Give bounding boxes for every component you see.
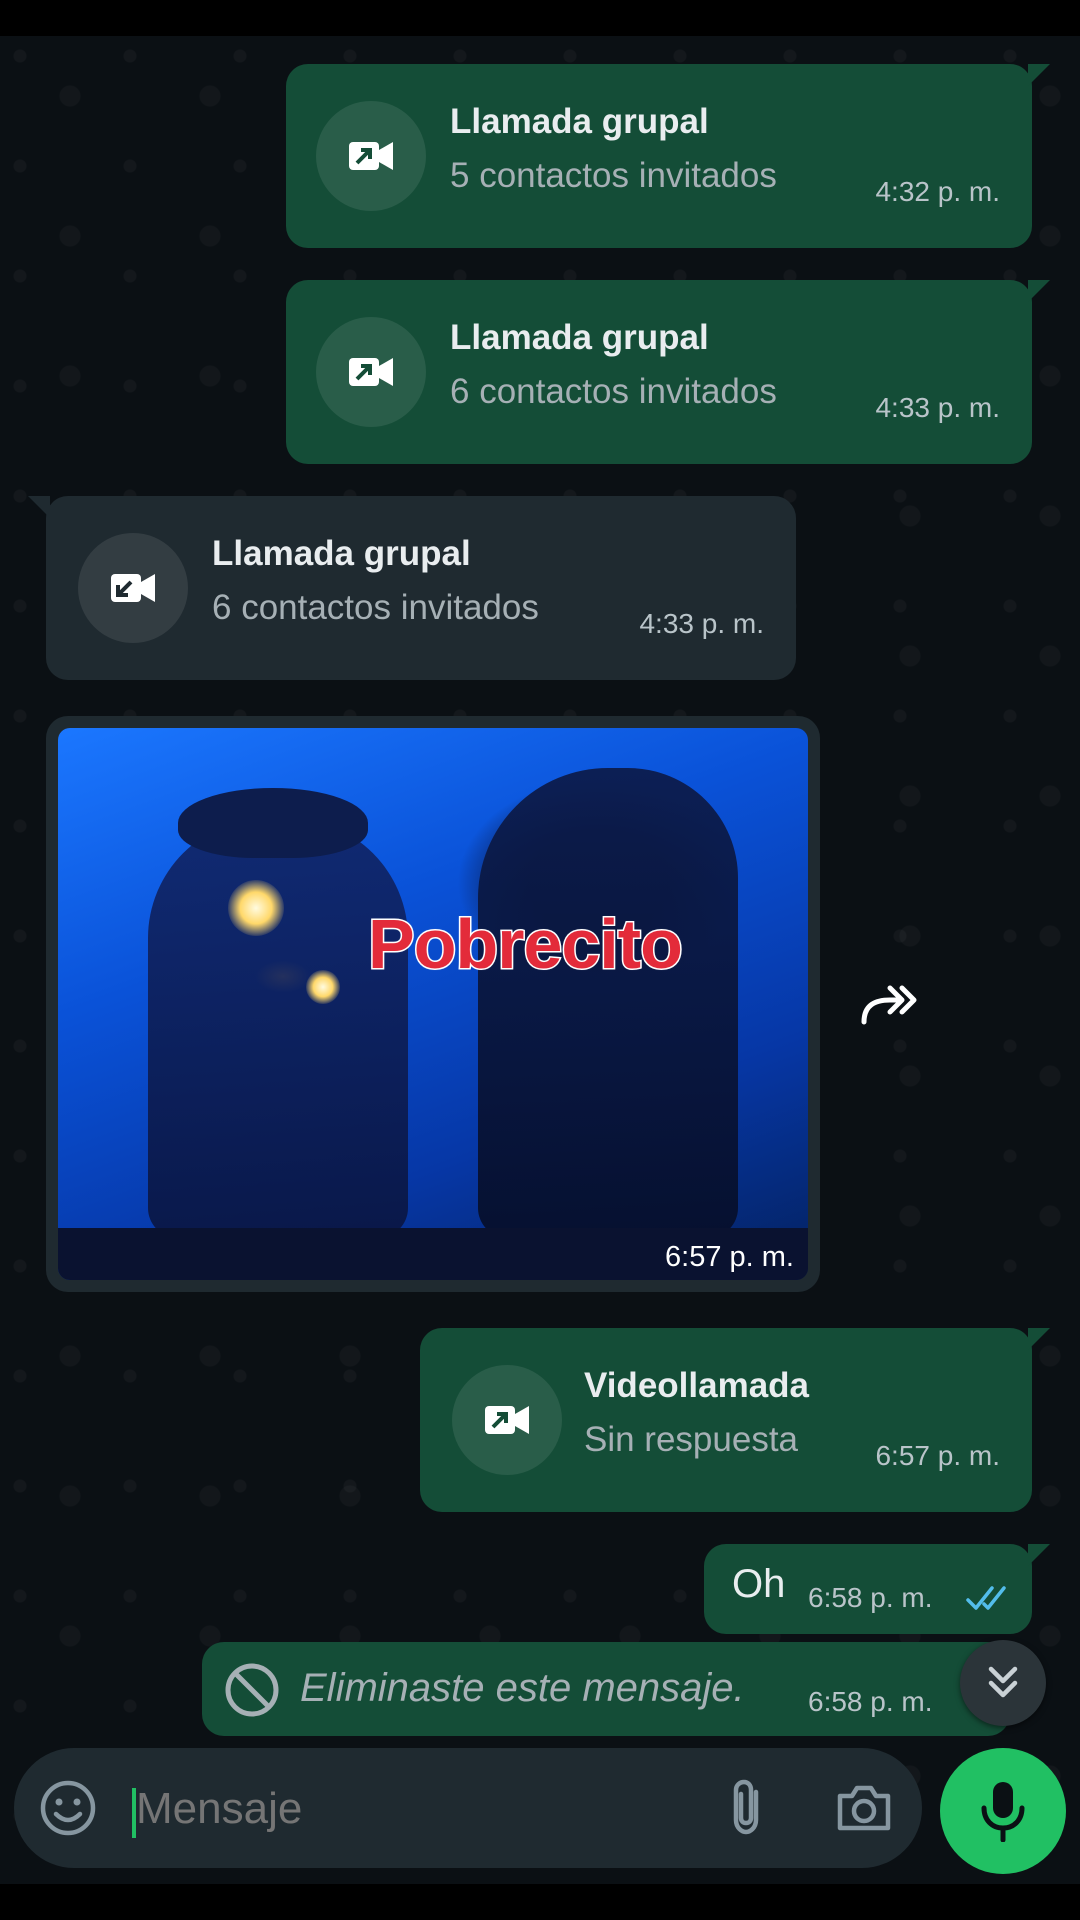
double-chevron-down-icon (988, 1666, 1018, 1698)
video-call-outgoing-icon (452, 1365, 562, 1475)
figure-right (478, 768, 738, 1238)
mic-icon (981, 1782, 1025, 1842)
deleted-message[interactable]: Eliminaste este mensaje. 6:58 p. m. (202, 1642, 1010, 1736)
voice-record-button[interactable] (940, 1748, 1066, 1874)
attach-button[interactable] (716, 1776, 780, 1840)
call-subtitle: 5 contactos invitados (450, 156, 777, 195)
message-time: 4:32 p. m. (875, 176, 1000, 207)
cowboy-hat (178, 788, 368, 858)
status-bar (0, 0, 1080, 36)
video-call-message[interactable]: Videollamada Sin respuesta 6:57 p. m. (420, 1328, 1050, 1512)
call-title: Videollamada (584, 1366, 810, 1405)
text-message[interactable]: Oh 6:58 p. m. (704, 1544, 1050, 1634)
video-call-incoming-icon (78, 533, 188, 643)
call-subtitle: Sin respuesta (584, 1420, 799, 1459)
video-call-outgoing-icon (316, 317, 426, 427)
message-input[interactable] (134, 1774, 698, 1844)
blocked-icon (225, 1663, 279, 1717)
deleted-text: Eliminaste este mensaje. (300, 1666, 745, 1710)
emoji-button[interactable] (38, 1778, 98, 1838)
forward-button[interactable] (852, 974, 928, 1034)
emoji-icon (40, 1780, 96, 1836)
call-message-1[interactable]: Llamada grupal 5 contactos invitados 4:3… (286, 64, 1050, 248)
meme-caption: Pobrecito (367, 904, 685, 985)
figure-left (148, 818, 408, 1238)
call-title: Llamada grupal (450, 318, 709, 357)
message-time: 6:58 p. m. (808, 1686, 933, 1717)
call-subtitle: 6 contactos invitados (212, 588, 539, 627)
message-composer (14, 1748, 922, 1868)
media-message[interactable]: Pobrecito 6:57 p. m. (46, 716, 820, 1292)
call-title: Llamada grupal (212, 534, 471, 573)
message-time: 6:58 p. m. (808, 1582, 933, 1613)
camera-icon (837, 1785, 891, 1831)
text-cursor (132, 1788, 136, 1838)
call-message-3[interactable]: Llamada grupal 6 contactos invitados 4:3… (28, 496, 796, 680)
call-title: Llamada grupal (450, 102, 709, 141)
paperclip-icon (733, 1779, 759, 1835)
video-call-outgoing-icon (316, 101, 426, 211)
light-glow (306, 970, 340, 1004)
camera-button[interactable] (832, 1776, 896, 1840)
message-time: 6:57 p. m. (665, 1241, 794, 1273)
navigation-bar (0, 1884, 1080, 1920)
message-text: Oh (732, 1562, 786, 1606)
call-message-2[interactable]: Llamada grupal 6 contactos invitados 4:3… (286, 280, 1050, 464)
call-subtitle: 6 contactos invitados (450, 372, 777, 411)
message-time: 4:33 p. m. (875, 392, 1000, 423)
double-check-icon (966, 1586, 1006, 1610)
media-image[interactable]: Pobrecito (58, 728, 808, 1280)
forward-icon (861, 985, 917, 1025)
light-glow (228, 880, 284, 936)
message-time: 6:57 p. m. (875, 1440, 1000, 1471)
message-time: 4:33 p. m. (639, 608, 764, 639)
scroll-to-bottom-button[interactable] (960, 1640, 1046, 1726)
